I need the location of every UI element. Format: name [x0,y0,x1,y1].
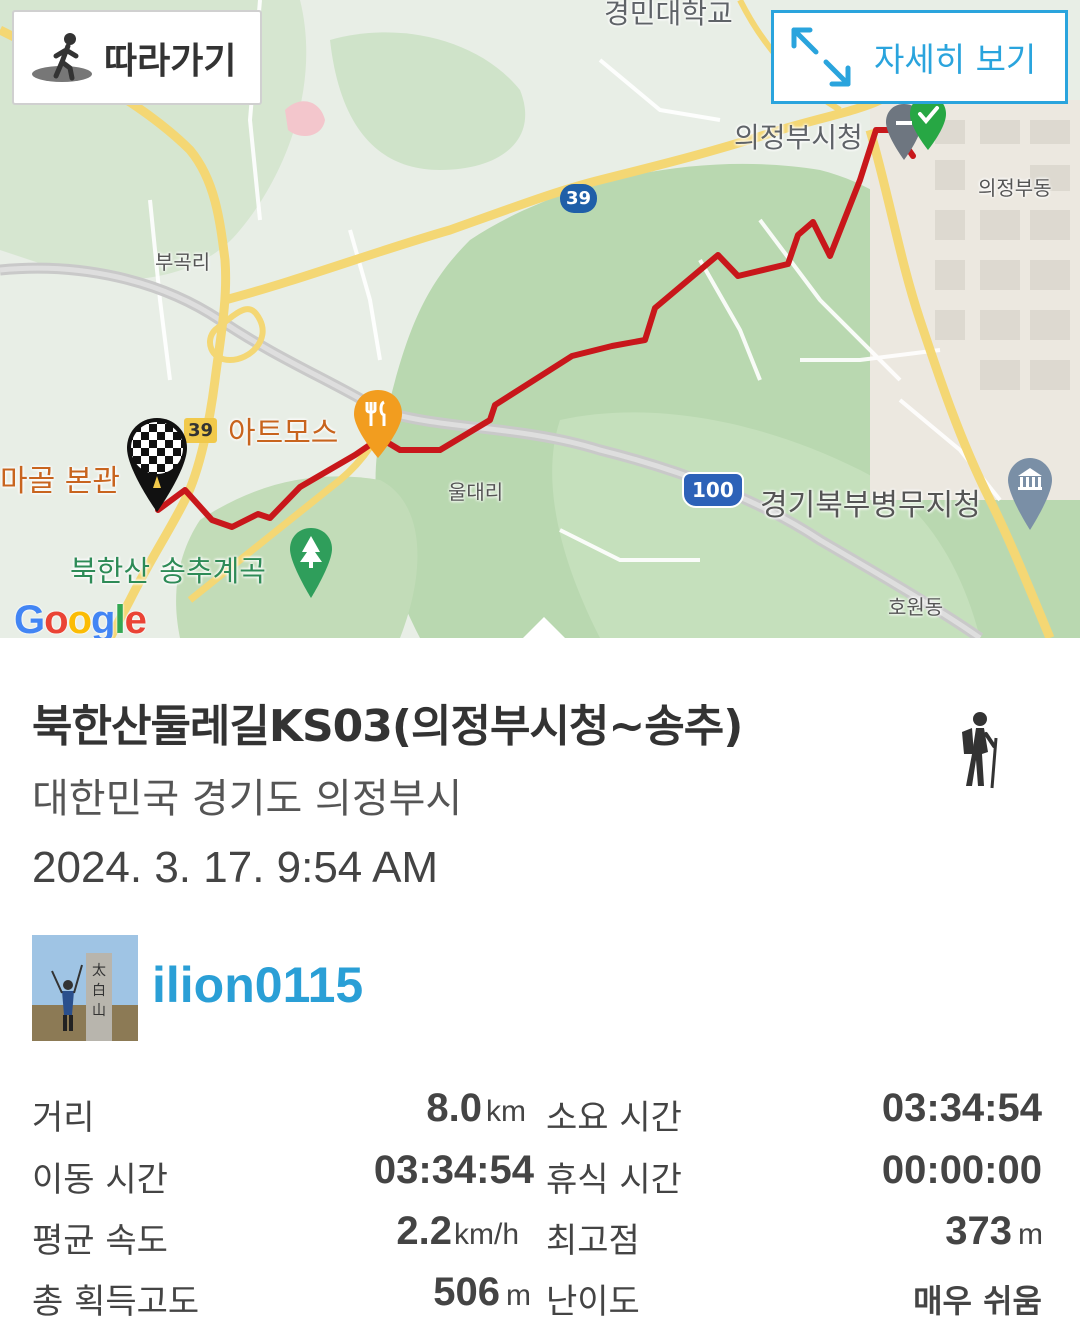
stat-difficulty-label: 난이도 [546,1282,640,1322]
stat-max-elev-label: 최고점 [546,1221,640,1261]
road-shield-100: 100 [682,472,744,508]
stat-difficulty-value: 매우 쉬움 [913,1282,1042,1320]
stat-distance-label: 거리 [32,1098,95,1138]
hiker-icon [962,712,998,789]
track-info-card: 북한산둘레길KS03(의정부시청~송추) 대한민국 경기도 의정부시 2024.… [0,638,1080,1327]
track-location: 대한민국 경기도 의정부시 [32,776,463,822]
stat-avg-speed-unit: km/h [454,1218,520,1251]
stat-distance-unit: km [486,1095,526,1128]
park-pin-icon[interactable] [288,526,334,600]
stat-total-gain-unit: m [506,1279,531,1312]
map-label-hotel: 마골 본관 [0,464,120,499]
map-label-howon: 호원동 [888,595,944,619]
map-label-univ: 경민대학교 [604,0,733,30]
follow-button-label: 따라가기 [104,40,237,82]
google-letter: g [91,598,115,638]
map-label-atmos: 아트모스 [228,416,339,451]
road-shield-39: 39 [560,184,598,213]
google-letter: l [114,598,125,638]
restaurant-pin-icon[interactable] [352,388,404,460]
avatar-sign-text: 太白山 [92,963,106,1019]
stat-total-gain-label: 총 획득고도 [32,1282,200,1322]
detail-view-label: 자세히 보기 [874,40,1037,79]
google-letter: o [67,598,92,638]
start-marker-icon[interactable] [884,94,950,166]
map-label-military: 경기북부병무지청 [760,488,981,523]
stat-total-time-label: 소요 시간 [546,1098,682,1138]
map-label-uijeongbu-dong: 의정부동 [978,176,1052,200]
stat-avg-speed-label: 평균 속도 [32,1221,168,1261]
avatar-image: 太白山 [32,935,138,1041]
map-label-songchu: 북한산 송추계곡 [70,554,266,588]
map-label-cityhall: 의정부시청 [734,121,863,154]
stat-max-elev-unit: m [1018,1218,1043,1251]
stat-moving-time-value: 03:34:54 [373,1148,534,1192]
google-letter: e [124,598,147,638]
google-letter: G [14,598,45,638]
track-title: 북한산둘레길KS03(의정부시청~송추) [32,701,743,752]
walker-icon [32,32,92,82]
stat-rest-time-label: 휴식 시간 [546,1160,682,1200]
detail-view-button[interactable]: 자세히 보기 [771,10,1068,104]
stat-max-elev-value: 373 [945,1209,1012,1253]
government-pin-icon[interactable] [1006,456,1054,532]
expand-icon [791,27,851,87]
stat-avg-speed-value: 2.2 [396,1209,452,1253]
finish-flag-icon[interactable] [125,416,189,516]
avatar[interactable]: 太白山 [32,935,138,1041]
stat-total-gain-value: 506 [433,1270,500,1314]
map-view[interactable]: 경민대학교 의정부시청 의정부동 부곡리 아트모스 마골 본관 울대리 경기북부… [0,0,1080,638]
stat-moving-time-label: 이동 시간 [32,1160,168,1200]
map-label-uldae: 울대리 [448,480,504,504]
google-letter: o [44,598,68,638]
card-pointer [522,617,566,638]
google-logo: Google [14,598,147,638]
stat-total-time-value: 03:34:54 [881,1086,1042,1130]
follow-button[interactable]: 따라가기 [12,10,262,105]
stat-distance-value: 8.0 [426,1086,482,1130]
map-label-bugok: 부곡리 [155,250,211,274]
stat-rest-time-value: 00:00:00 [881,1148,1042,1192]
track-datetime: 2024. 3. 17. 9:54 AM [32,843,439,892]
username-link[interactable]: ilion0115 [152,956,363,1014]
